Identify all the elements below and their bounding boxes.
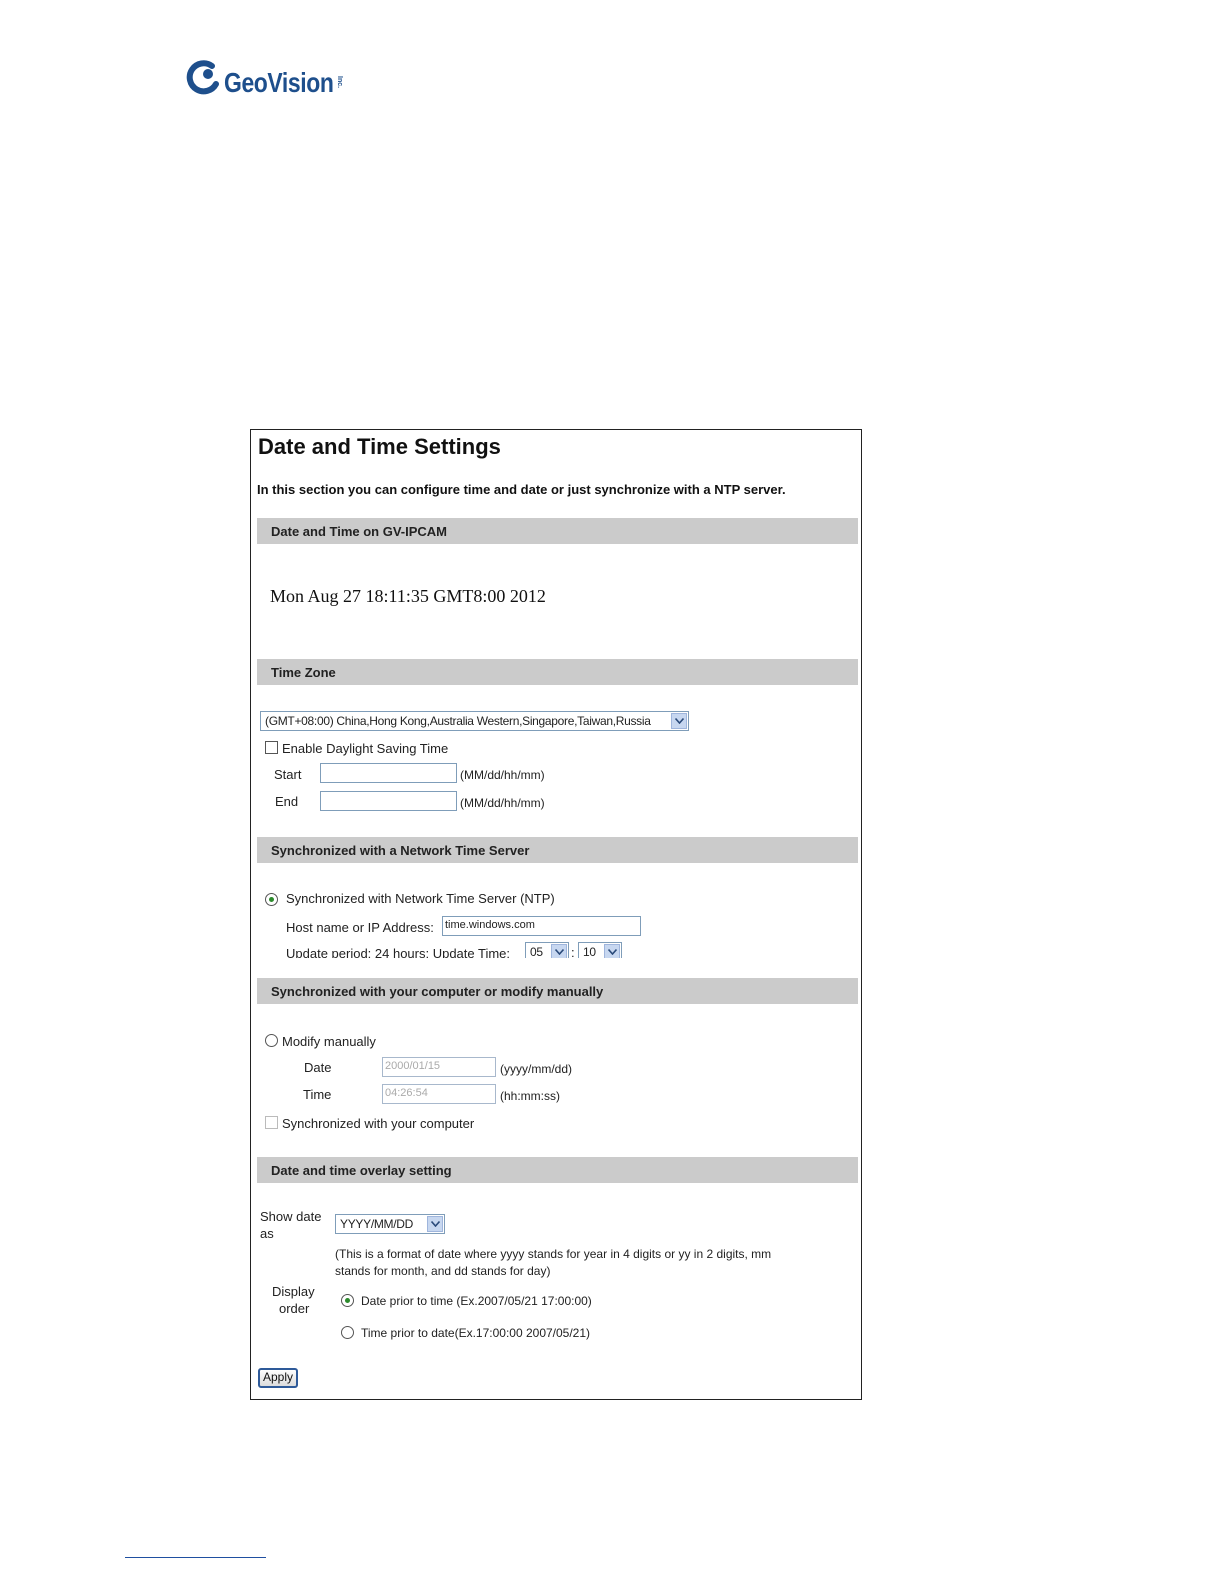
chevron-down-icon — [604, 944, 620, 958]
update-hour-select[interactable]: 05 — [525, 942, 569, 958]
manual-date-input[interactable]: 2000/01/15 — [382, 1057, 496, 1077]
show-date-label: Show date — [260, 1209, 322, 1224]
display-order-label-2: order — [279, 1301, 310, 1316]
date-first-label: Date prior to time (Ex.2007/05/21 17:00:… — [361, 1294, 592, 1308]
section-header-manual: Synchronized with your computer or modif… — [257, 978, 858, 1004]
modify-manually-radio[interactable] — [265, 1034, 278, 1047]
manual-time-input[interactable]: 04:26:54 — [382, 1084, 496, 1104]
format-note-line-2: stands for month, and dd stands for day) — [335, 1264, 551, 1278]
time-first-radio[interactable] — [341, 1326, 354, 1339]
geovision-logo: GeoVision Inc. — [186, 60, 356, 100]
date-time-settings-panel: Date and Time Settings In this section y… — [250, 429, 862, 1400]
footer-divider — [125, 1557, 266, 1558]
logo-text: GeoVision — [224, 67, 334, 98]
update-period-label: Update period: 24 hours; Update Time: — [286, 946, 511, 958]
update-minute-select[interactable]: 10 — [578, 942, 622, 958]
geovision-logo-icon — [186, 60, 219, 95]
manual-date-hint: (yyyy/mm/dd) — [500, 1062, 572, 1076]
logo-inc: Inc. — [336, 76, 343, 89]
date-format-select[interactable]: YYYY/MM/DD — [335, 1214, 445, 1234]
time-separator: : — [571, 945, 575, 958]
ntp-clip-area: Synchronized with Network Time Server (N… — [251, 430, 863, 958]
chevron-down-icon — [427, 1216, 443, 1232]
manual-time-label: Time — [303, 1087, 332, 1102]
host-label: Host name or IP Address: — [286, 920, 434, 935]
modify-manually-label: Modify manually — [282, 1034, 376, 1049]
time-first-label: Time prior to date(Ex.17:00:00 2007/05/2… — [361, 1326, 591, 1340]
ntp-host-input[interactable]: time.windows.com — [442, 916, 641, 936]
sync-computer-label: Synchronized with your computer — [282, 1116, 475, 1131]
display-order-label: Display — [272, 1284, 315, 1299]
ntp-radio-label: Synchronized with Network Time Server (N… — [286, 891, 555, 906]
chevron-down-icon — [551, 944, 567, 958]
format-note-line-1: (This is a format of date where yyyy sta… — [335, 1247, 772, 1261]
section-header-overlay: Date and time overlay setting — [257, 1157, 858, 1183]
date-first-radio[interactable] — [341, 1294, 354, 1307]
manual-time-hint: (hh:mm:ss) — [500, 1089, 560, 1103]
show-date-label-2: as — [260, 1226, 274, 1241]
apply-button[interactable]: Apply — [258, 1368, 298, 1388]
sync-computer-checkbox[interactable] — [265, 1116, 278, 1129]
ntp-radio[interactable] — [265, 893, 278, 906]
manual-date-label: Date — [304, 1060, 332, 1075]
update-minute-value: 10 — [583, 945, 596, 958]
date-format-value: YYYY/MM/DD — [340, 1217, 414, 1231]
update-hour-value: 05 — [530, 945, 543, 958]
